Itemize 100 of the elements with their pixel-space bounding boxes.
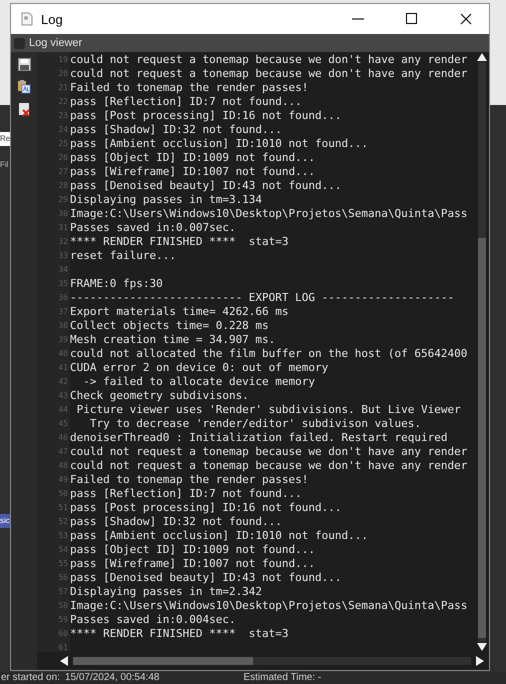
line-number: 60 (57, 628, 69, 640)
line-number: 23 (57, 110, 69, 122)
log-line: could not allocated the film buffer on the host (of 65642400 (70, 347, 468, 361)
line-number: 47 (57, 446, 69, 458)
close-icon (460, 13, 472, 25)
line-number: 44 (57, 404, 69, 416)
line-number: 28 (57, 180, 69, 192)
log-line: pass [Object ID] ID:1009 not found... (70, 543, 316, 557)
line-number: 31 (57, 222, 69, 234)
line-number: 48 (57, 460, 69, 472)
line-number: 45 (57, 418, 69, 430)
maximize-icon (406, 13, 418, 25)
line-number: 50 (57, 488, 69, 500)
line-number: 55 (57, 558, 69, 570)
log-line: Check geometry subdivisons. (70, 389, 249, 403)
log-line: pass [Denoised beauty] ID:43 not found... (70, 571, 342, 585)
log-line: **** RENDER FINISHED **** stat=3 (70, 627, 289, 641)
status-label: er started on: (1, 672, 60, 684)
clear-log-icon[interactable] (18, 102, 30, 117)
line-number: 61 (57, 642, 69, 654)
log-line: FRAME:0 fps:30 (70, 277, 163, 291)
log-line: Displaying passes in tm=2.342 (70, 585, 262, 599)
line-number: 56 (57, 572, 69, 584)
line-number: 21 (57, 82, 69, 94)
log-line: pass [Post processing] ID:16 not found... (70, 109, 342, 123)
line-number: 30 (57, 208, 69, 220)
log-line: **** RENDER FINISHED **** stat=3 (70, 235, 289, 249)
horizontal-scrollbar[interactable] (73, 657, 471, 665)
log-line: Failed to tonemap the render passes! (70, 473, 308, 487)
line-number: 49 (57, 474, 69, 486)
log-line: denoiserThread0 : Initialization failed. Restart required (70, 431, 448, 445)
line-number: 43 (57, 390, 69, 402)
line-number: 51 (57, 502, 69, 514)
line-number: 54 (57, 544, 69, 556)
log-line: pass [Ambient occlusion] ID:1010 not found... (70, 529, 368, 543)
log-line: reset failure... (70, 249, 176, 263)
log-line: pass [Ambient occlusion] ID:1010 not found... (70, 137, 368, 151)
status-value: 15/07/2024, 00:54:48 (64, 672, 160, 684)
log-line: CUDA error 2 on device 0: out of memory (70, 361, 328, 375)
estimated-time: Estimated Time: - (243, 672, 322, 684)
line-number: 53 (57, 530, 69, 542)
background-text: Re (0, 132, 10, 146)
line-number: 24 (57, 124, 69, 136)
line-number: 22 (57, 96, 69, 108)
log-line: Passes saved in:0.007sec. (70, 221, 236, 235)
log-line: -> failed to allocate device memory (82, 375, 316, 389)
log-line: Try to decrease 'render/editor' subdivison values. (88, 417, 421, 431)
line-number: 52 (57, 516, 69, 528)
log-line: pass [Shadow] ID:32 not found... (70, 515, 282, 529)
log-viewer-label: Log viewer (29, 37, 82, 49)
log-line: pass [Denoised beauty] ID:43 not found... (70, 179, 342, 193)
window-title: Log (41, 12, 64, 26)
scroll-down-arrow[interactable] (476, 642, 488, 652)
line-number: 35 (57, 278, 69, 290)
line-number: 36 (57, 292, 69, 304)
line-number: 20 (57, 68, 69, 80)
log-line: -------------------------- EXPORT LOG -------------------- (70, 291, 454, 305)
log-line: could not request a tonemap because we don't have any render (70, 67, 468, 81)
line-number: 37 (57, 306, 69, 318)
log-line: pass [Wireframe] ID:1007 not found... (70, 557, 316, 571)
line-number: 59 (57, 614, 69, 626)
log-line: pass [Post processing] ID:16 not found... (70, 501, 342, 515)
clipboard-icon[interactable] (17, 79, 31, 94)
log-line: could not request a tonemap because we don't have any render (70, 459, 468, 473)
line-number: 58 (57, 600, 69, 612)
log-line: Displaying passes in tm=3.134 (70, 193, 262, 207)
log-line: Passes saved in:0.004sec. (70, 613, 236, 627)
line-number: 46 (57, 432, 69, 444)
line-number: 32 (57, 236, 69, 248)
scroll-up-arrow[interactable] (476, 52, 488, 62)
line-number: 29 (57, 194, 69, 206)
log-viewer-checkbox[interactable] (14, 38, 25, 48)
log-line: Image:C:\Users\Windows10\Desktop\Projetos\Semana\Quinta\Pass (70, 599, 468, 613)
line-number: 40 (57, 348, 69, 360)
log-line: could not request a tonemap because we don't have any render (70, 53, 468, 67)
minimize-icon (352, 18, 364, 20)
line-number: 25 (57, 138, 69, 150)
line-number: 34 (57, 264, 69, 276)
log-line: pass [Shadow] ID:32 not found... (70, 123, 282, 137)
line-number: 42 (57, 376, 69, 388)
line-number: 41 (57, 362, 69, 374)
line-number: 19 (57, 54, 69, 66)
line-number: 57 (57, 586, 69, 598)
background-text: sic (0, 514, 10, 528)
line-number: 27 (57, 166, 69, 178)
log-line: Failed to tonemap the render passes! (70, 81, 308, 95)
scroll-left-arrow[interactable] (59, 655, 69, 667)
log-line: Mesh creation time = 34.907 ms. (70, 333, 276, 347)
vertical-scrollbar[interactable] (478, 62, 486, 642)
log-line: Export materials time= 4262.66 ms (70, 305, 289, 319)
background-text: Fil (0, 160, 8, 170)
log-line: Picture viewer uses 'Render' subdivisions. But Live Viewer (76, 403, 461, 417)
scroll-right-arrow[interactable] (475, 655, 485, 667)
log-line: pass [Reflection] ID:7 not found... (70, 487, 302, 501)
document-icon (21, 12, 33, 26)
line-number: 26 (57, 152, 69, 164)
log-line: pass [Reflection] ID:7 not found... (70, 95, 302, 109)
log-line: pass [Wireframe] ID:1007 not found... (70, 165, 316, 179)
log-line: could not request a tonemap because we don't have any render (70, 445, 468, 459)
save-icon[interactable] (18, 58, 30, 71)
